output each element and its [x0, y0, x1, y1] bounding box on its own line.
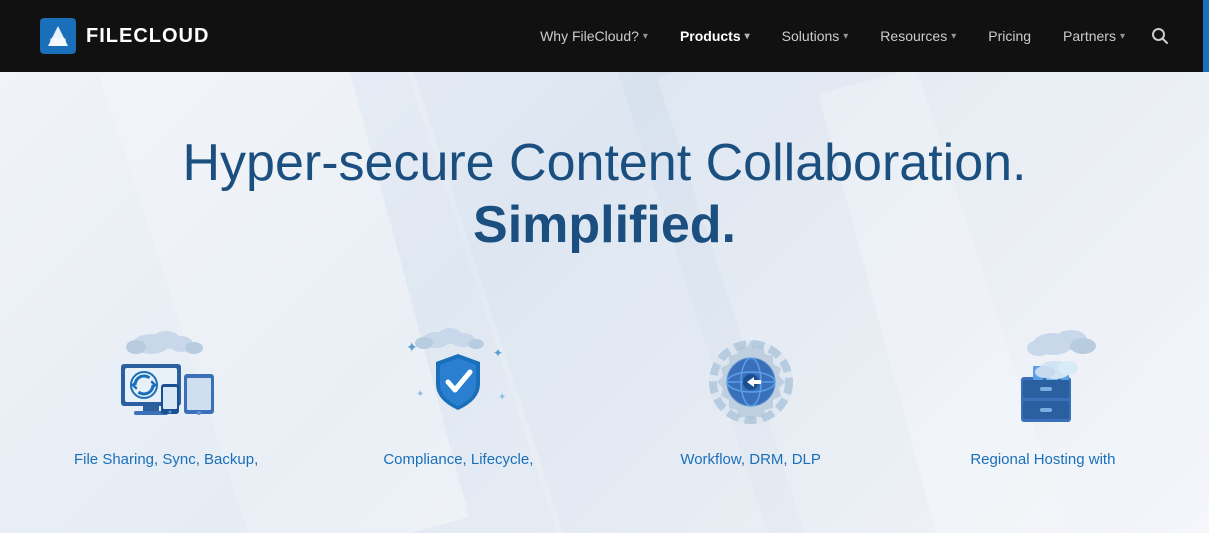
nav-item-why-filecloud: Why FileCloud? ▾ — [526, 0, 662, 72]
svg-text:✦: ✦ — [416, 389, 424, 400]
feature-label-regional: Regional Hosting with — [970, 449, 1115, 470]
feature-label-workflow: Workflow, DRM, DLP — [680, 449, 821, 470]
feature-icon-regional — [978, 317, 1108, 437]
nav-item-solutions: Solutions ▾ — [768, 0, 863, 72]
feature-icon-workflow — [686, 317, 816, 437]
features-row: File Sharing, Sync, Backup, ✦ ✦ ✦ ✦ — [0, 317, 1209, 470]
chevron-down-icon: ▾ — [643, 31, 648, 42]
file-sharing-icon-svg — [106, 322, 226, 432]
nav-link-partners[interactable]: Partners ▾ — [1049, 0, 1139, 72]
nav-item-partners: Partners ▾ — [1049, 0, 1139, 72]
nav-menu: Why FileCloud? ▾ Products ▾ Solutions ▾ … — [526, 0, 1139, 72]
feature-item-regional: Regional Hosting with — [937, 317, 1149, 470]
nav-link-resources[interactable]: Resources ▾ — [866, 0, 970, 72]
filecloud-logo-icon — [40, 18, 76, 54]
nav-accent-bar — [1203, 0, 1209, 72]
nav-link-why-filecloud[interactable]: Why FileCloud? ▾ — [526, 0, 662, 72]
feature-item-compliance: ✦ ✦ ✦ ✦ Compliance, Lifecyc — [352, 317, 564, 470]
nav-link-solutions[interactable]: Solutions ▾ — [768, 0, 863, 72]
search-button[interactable] — [1151, 0, 1169, 72]
nav-link-products[interactable]: Products ▾ — [666, 0, 764, 72]
nav-item-products: Products ▾ — [666, 0, 764, 72]
search-icon — [1151, 27, 1169, 45]
feature-icon-compliance: ✦ ✦ ✦ ✦ — [393, 317, 523, 437]
feature-label-compliance: Compliance, Lifecycle, — [383, 449, 533, 470]
compliance-icon-svg: ✦ ✦ ✦ ✦ — [398, 322, 518, 432]
feature-item-file-sharing: File Sharing, Sync, Backup, — [60, 317, 272, 470]
nav-item-resources: Resources ▾ — [866, 0, 970, 72]
workflow-icon-svg — [691, 322, 811, 432]
hero-section: Hyper-secure Content Collaboration. Simp… — [0, 72, 1209, 533]
main-nav: FILECLOUD Why FileCloud? ▾ Products ▾ So… — [0, 0, 1209, 72]
logo-text: FILECLOUD — [86, 25, 209, 48]
feature-icon-file-sharing — [101, 317, 231, 437]
chevron-down-icon: ▾ — [745, 31, 750, 42]
chevron-down-icon: ▾ — [843, 31, 848, 42]
svg-text:✦: ✦ — [498, 392, 506, 403]
chevron-down-icon: ▾ — [1120, 31, 1125, 42]
feature-label-file-sharing: File Sharing, Sync, Backup, — [74, 449, 258, 470]
chevron-down-icon: ▾ — [951, 31, 956, 42]
nav-item-pricing: Pricing — [974, 0, 1045, 72]
regional-hosting-icon-svg — [983, 322, 1103, 432]
hero-title: Hyper-secure Content Collaboration. Simp… — [183, 132, 1027, 257]
svg-text:✦: ✦ — [493, 346, 503, 360]
feature-item-workflow: Workflow, DRM, DLP — [645, 317, 857, 470]
logo-link[interactable]: FILECLOUD — [40, 18, 209, 54]
nav-link-pricing[interactable]: Pricing — [974, 0, 1045, 72]
